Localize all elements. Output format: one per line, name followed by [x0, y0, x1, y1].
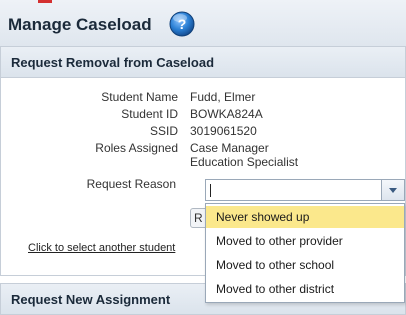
ssid-value: 3019061520 — [190, 124, 257, 138]
request-reason-dropdown-list: Never showed up Moved to other provider … — [205, 203, 405, 303]
request-reason-combobox[interactable] — [205, 179, 405, 201]
svg-text:?: ? — [178, 16, 187, 32]
help-question-icon[interactable]: ? — [168, 10, 196, 38]
removal-panel-header: Request Removal from Caseload — [1, 47, 405, 78]
removal-panel-title: Request Removal from Caseload — [11, 55, 215, 70]
ssid-label: SSID — [149, 124, 178, 138]
page-header: Manage Caseload ? — [0, 0, 406, 47]
text-cursor — [210, 184, 211, 197]
dropdown-toggle-button[interactable] — [381, 180, 404, 200]
student-name-value: Fudd, Elmer — [190, 90, 256, 104]
page-title: Manage Caseload — [8, 15, 152, 34]
chevron-down-icon — [389, 188, 397, 193]
roles-value-primary: Case Manager — [190, 141, 269, 155]
new-assignment-panel-title: Request New Assignment — [11, 292, 171, 307]
reason-option-never-showed-up[interactable]: Never showed up — [206, 206, 404, 228]
request-reason-label: Request Reason — [86, 177, 176, 191]
select-another-student-link[interactable]: Click to select another student — [28, 242, 175, 254]
reason-option-moved-district[interactable]: Moved to other district — [206, 278, 404, 300]
submit-request-button-label: R — [194, 211, 203, 225]
reason-option-moved-school[interactable]: Moved to other school — [206, 254, 404, 276]
reason-option-moved-provider[interactable]: Moved to other provider — [206, 230, 404, 252]
student-id-label: Student ID — [121, 107, 178, 121]
roles-label: Roles Assigned — [95, 141, 178, 155]
student-id-value: BOWKA824A — [190, 107, 263, 121]
header-accent — [38, 0, 52, 3]
student-name-label: Student Name — [101, 90, 178, 104]
roles-value-secondary: Education Specialist — [190, 155, 299, 169]
